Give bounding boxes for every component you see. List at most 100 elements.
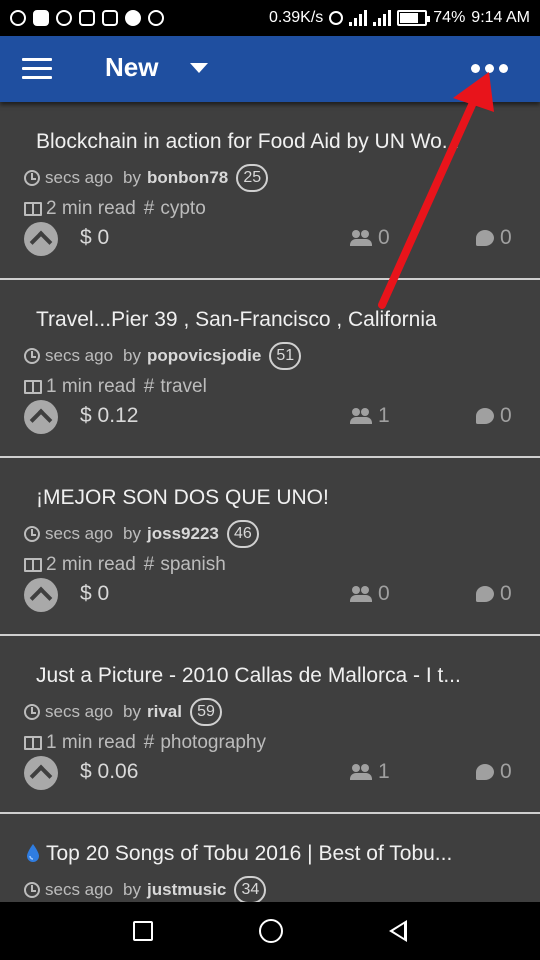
voters-button[interactable]: 1 xyxy=(350,760,390,784)
feed-selector[interactable]: New xyxy=(105,52,209,83)
reputation-badge: 34 xyxy=(234,876,267,902)
post-meta: secs ago by popovicsjodie 51 xyxy=(24,342,302,370)
missed-call-icon xyxy=(148,10,164,26)
voters-icon xyxy=(350,408,372,424)
post-title[interactable]: Travel...Pier 39 , San-Francisco , Calif… xyxy=(36,308,516,332)
hash-icon: # xyxy=(143,376,155,397)
battery-icon xyxy=(397,10,431,26)
book-icon xyxy=(24,380,42,394)
read-time: 2 min read xyxy=(46,554,136,575)
read-time: 1 min read xyxy=(46,376,136,397)
post-title[interactable]: Just a Picture - 2010 Callas de Mallorca… xyxy=(36,664,516,688)
youtube-icon xyxy=(33,10,49,26)
author-name[interactable]: joss9223 xyxy=(147,524,219,544)
by-label: by xyxy=(123,702,142,721)
post-title: Top 20 Songs of Tobu 2016 | Best of Tobu… xyxy=(46,842,453,865)
instagram-icon xyxy=(79,10,95,26)
app-icon xyxy=(125,10,141,26)
author-name[interactable]: justmusic xyxy=(147,880,226,900)
post-title-row[interactable]: Top 20 Songs of Tobu 2016 | Best of Tobu… xyxy=(26,842,506,866)
voters-icon xyxy=(350,230,372,246)
post-meta: secs ago by rival 59 xyxy=(24,698,222,726)
author-name[interactable]: popovicsjodie xyxy=(147,346,261,366)
whatsapp-icon xyxy=(56,10,72,26)
comments-button[interactable]: 0 xyxy=(476,760,512,784)
hamburger-icon[interactable] xyxy=(22,58,52,80)
post-card[interactable]: Top 20 Songs of Tobu 2016 | Best of Tobu… xyxy=(0,814,540,902)
more-dots-icon[interactable] xyxy=(471,64,508,73)
post-card[interactable]: ¡MEJOR SON DOS QUE UNO! secs ago by joss… xyxy=(0,458,540,636)
post-title[interactable]: Blockchain in action for Food Aid by UN … xyxy=(36,130,516,154)
promoted-drop-icon xyxy=(27,844,39,862)
post-actions: $ 0.12 1 0 xyxy=(24,400,516,440)
post-time: secs ago xyxy=(45,346,114,365)
post-meta-secondary: 1 min read # photography xyxy=(24,732,266,754)
reputation-badge: 46 xyxy=(226,520,259,548)
post-time: secs ago xyxy=(45,524,114,543)
voters-button[interactable]: 1 xyxy=(350,404,390,428)
reputation-badge: 59 xyxy=(190,698,222,726)
book-icon xyxy=(24,736,42,750)
post-actions: $ 0 0 0 xyxy=(24,578,516,618)
post-tag[interactable]: spanish xyxy=(160,554,226,576)
comments-button[interactable]: 0 xyxy=(476,404,512,428)
upvote-icon[interactable] xyxy=(24,400,58,434)
voters-button[interactable]: 0 xyxy=(350,582,390,606)
clock-icon xyxy=(24,704,40,720)
back-icon[interactable] xyxy=(389,920,407,942)
payout-value: $ 0.06 xyxy=(80,760,139,783)
network-speed: 0.39K/s xyxy=(269,9,324,26)
read-time: 1 min read xyxy=(46,732,136,753)
comment-icon xyxy=(476,230,494,246)
comments-count: 0 xyxy=(500,226,512,249)
by-label: by xyxy=(123,524,142,543)
reputation-badge: 25 xyxy=(236,164,269,192)
post-card[interactable]: Blockchain in action for Food Aid by UN … xyxy=(0,102,540,280)
post-meta: secs ago by justmusic 34 xyxy=(24,876,267,902)
post-meta-secondary: 2 min read # spanish xyxy=(24,554,226,576)
clock: 9:14 AM xyxy=(471,9,530,26)
upvote-icon[interactable] xyxy=(24,222,58,256)
book-icon xyxy=(24,558,42,572)
upvote-icon[interactable] xyxy=(24,578,58,612)
notification-icons xyxy=(10,10,164,26)
post-meta: secs ago by bonbon78 25 xyxy=(24,164,269,192)
voters-icon xyxy=(350,586,372,602)
voters-count: 0 xyxy=(378,582,390,605)
post-time: secs ago xyxy=(45,168,114,187)
comments-count: 0 xyxy=(500,760,512,783)
app-bar: New xyxy=(0,36,540,102)
recent-apps-icon[interactable] xyxy=(133,921,153,941)
author-name[interactable]: bonbon78 xyxy=(147,168,228,188)
payout-value: $ 0.12 xyxy=(80,404,139,427)
clock-icon xyxy=(24,348,40,364)
post-time: secs ago xyxy=(45,880,114,899)
post-title[interactable]: ¡MEJOR SON DOS QUE UNO! xyxy=(36,486,516,510)
page-title: New xyxy=(105,52,159,82)
voters-count: 0 xyxy=(378,226,390,249)
alarm-icon xyxy=(329,11,344,25)
battery-percent: 74% xyxy=(433,9,466,26)
home-icon[interactable] xyxy=(259,919,283,943)
comments-count: 0 xyxy=(500,582,512,605)
post-actions: $ 0 0 0 xyxy=(24,222,516,262)
by-label: by xyxy=(123,168,142,187)
post-tag[interactable]: photography xyxy=(160,732,266,754)
post-meta-secondary: 2 min read # cypto xyxy=(24,198,206,220)
comments-button[interactable]: 0 xyxy=(476,582,512,606)
post-tag[interactable]: travel xyxy=(160,376,206,398)
post-card[interactable]: Travel...Pier 39 , San-Francisco , Calif… xyxy=(0,280,540,458)
system-nav-bar xyxy=(0,902,540,960)
clock-icon xyxy=(24,526,40,542)
clock-icon xyxy=(24,170,40,186)
post-feed[interactable]: Blockchain in action for Food Aid by UN … xyxy=(0,102,540,902)
post-tag[interactable]: cypto xyxy=(160,198,205,220)
voters-count: 1 xyxy=(378,760,390,783)
comments-button[interactable]: 0 xyxy=(476,226,512,250)
voters-button[interactable]: 0 xyxy=(350,226,390,250)
post-card[interactable]: Just a Picture - 2010 Callas de Mallorca… xyxy=(0,636,540,814)
upvote-icon[interactable] xyxy=(24,756,58,790)
author-name[interactable]: rival xyxy=(147,702,182,722)
comment-icon xyxy=(476,764,494,780)
battery-level xyxy=(400,13,419,23)
